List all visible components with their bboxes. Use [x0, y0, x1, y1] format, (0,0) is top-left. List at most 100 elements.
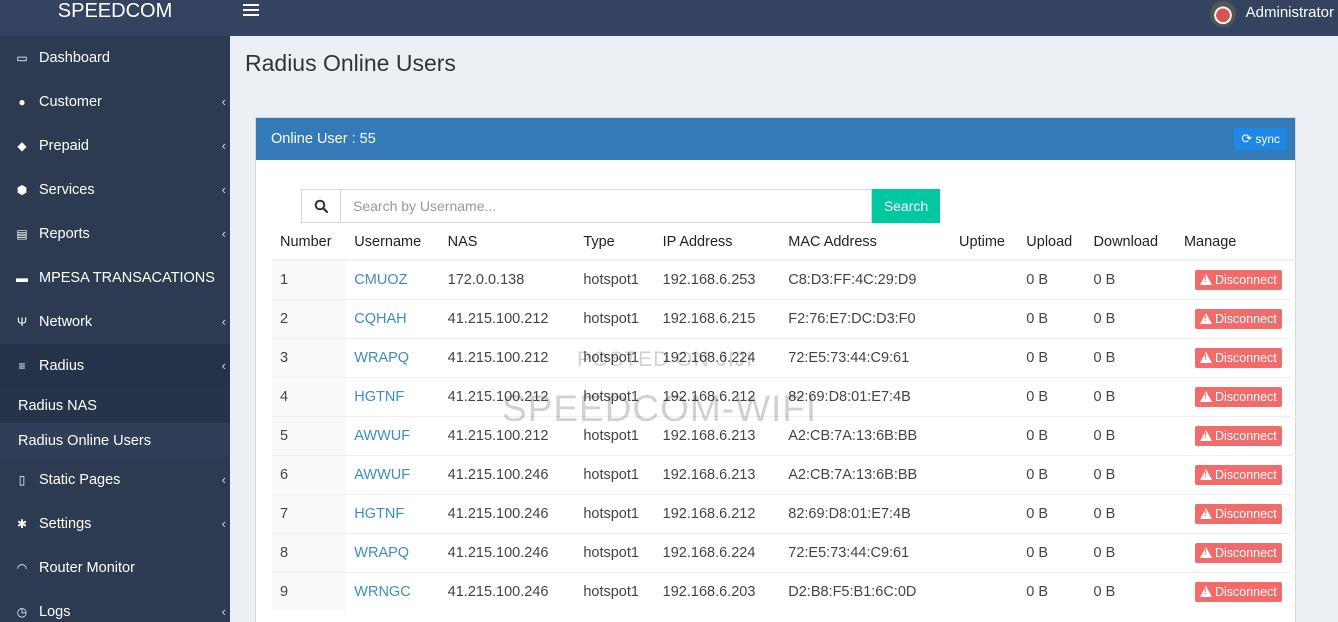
- cell-mac: D2:B8:F5:B1:6C:0D: [780, 571, 952, 611]
- disconnect-button[interactable]: Disconnect: [1194, 425, 1282, 446]
- cell-uptime: [951, 259, 1019, 299]
- disconnect-button[interactable]: Disconnect: [1194, 308, 1282, 329]
- table-row: 4 HGTNF 41.215.100.212 hotspot1 192.168.6.21…: [272, 376, 1308, 416]
- sidebar-item-radius[interactable]: ≡ Radius ‹: [0, 344, 230, 388]
- table-row: 1 CMUOZ 172.0.0.138 hotspot1 192.168.6.253 C8…: [272, 259, 1308, 299]
- cell-manage: Disconnect: [1175, 259, 1308, 299]
- column-header-uptime: Uptime: [951, 224, 1019, 261]
- online-users-panel: Online User : 55 ⟳ sync Search NumberUse…: [255, 117, 1308, 622]
- users-icon: ●: [18, 95, 26, 109]
- warning-icon: [1199, 586, 1212, 598]
- submenu-item-radius-nas[interactable]: Radius NAS: [0, 388, 230, 423]
- column-header-number: Number: [272, 224, 347, 261]
- cell-username[interactable]: HGTNF: [346, 493, 440, 533]
- disconnect-label: Disconnect: [1214, 584, 1277, 599]
- cell-username[interactable]: AWWUF: [346, 415, 440, 455]
- sidebar-item-label: Radius: [39, 358, 85, 374]
- cell-download: 0 B: [1085, 415, 1176, 455]
- cell-type: hotspot1: [575, 493, 655, 533]
- user-menu[interactable]: Administrator: [1209, 0, 1334, 27]
- cell-mac: 72:E5:73:44:C9:61: [780, 532, 952, 572]
- cell-username[interactable]: HGTNF: [346, 376, 440, 416]
- panel-header: Online User : 55 ⟳ sync: [256, 118, 1295, 160]
- sidebar-item-prepaid[interactable]: ◆ Prepaid ‹: [0, 124, 230, 168]
- sidebar-item-label: Dashboard: [39, 50, 110, 66]
- gear-icon: ✱: [16, 517, 28, 531]
- cell-username[interactable]: WRNGC: [346, 571, 440, 611]
- cell-number: 6: [272, 454, 347, 494]
- sidebar-item-label: Reports: [39, 226, 90, 242]
- cell-ip: 192.168.6.212: [654, 493, 781, 533]
- sidebar-item-label: Prepaid: [39, 138, 89, 154]
- disconnect-button[interactable]: Disconnect: [1194, 542, 1282, 563]
- chevron-left-icon: ‹: [221, 314, 226, 329]
- sidebar-item-mpesa-transacations[interactable]: ▬ MPESA TRANSACATIONS: [0, 256, 230, 300]
- sidebar: ▭ Dashboard ● Customer ‹ ◆ Prepaid ‹ ⬢ Services ‹ ▤…: [0, 36, 230, 622]
- cell-number: 7: [272, 493, 347, 533]
- sync-label: sync: [1255, 132, 1280, 146]
- warning-icon: [1199, 391, 1212, 402]
- search-input[interactable]: [340, 189, 872, 223]
- search-button[interactable]: Search: [872, 189, 940, 223]
- warning-icon: [1199, 352, 1212, 363]
- cell-number: 9: [272, 571, 347, 611]
- disconnect-button[interactable]: Disconnect: [1194, 347, 1282, 368]
- disconnect-button[interactable]: Disconnect: [1194, 581, 1282, 602]
- sidebar-item-services[interactable]: ⬢ Services ‹: [0, 168, 230, 212]
- warning-icon: [1199, 547, 1212, 558]
- radius-submenu: Radius NAS Radius Online Users: [0, 388, 230, 458]
- refresh-icon: ⟳: [1241, 131, 1253, 146]
- chevron-left-icon: ‹: [221, 182, 226, 197]
- cell-ip: 192.168.6.203: [654, 571, 781, 611]
- cell-uptime: [951, 532, 1019, 572]
- document-icon: ▤: [16, 227, 28, 241]
- cell-username[interactable]: WRAPQ: [346, 532, 440, 572]
- search-bar: Search: [301, 189, 941, 223]
- sidebar-item-dashboard[interactable]: ▭ Dashboard: [0, 36, 230, 80]
- cell-username[interactable]: WRAPQ: [346, 337, 440, 377]
- column-header-type: Type: [575, 224, 655, 261]
- cell-username[interactable]: AWWUF: [346, 454, 440, 494]
- submenu-item-radius-online-users[interactable]: Radius Online Users: [0, 423, 230, 458]
- column-header-ip-address: IP Address: [654, 224, 781, 261]
- cell-username[interactable]: CQHAH: [346, 298, 440, 338]
- sidebar-item-router-monitor[interactable]: ◠ Router Monitor: [0, 546, 230, 590]
- online-user-count: Online User : 55: [271, 131, 376, 147]
- disconnect-button[interactable]: Disconnect: [1194, 269, 1282, 290]
- cell-nas: 41.215.100.246: [439, 571, 576, 611]
- menu-toggle-icon[interactable]: [243, 4, 259, 18]
- table-row: 2 CQHAH 41.215.100.212 hotspot1 192.168.6.21…: [272, 298, 1308, 338]
- cell-username[interactable]: CMUOZ: [346, 259, 440, 299]
- cell-number: 8: [272, 532, 347, 572]
- cell-mac: 82:69:D8:01:E7:4B: [780, 493, 952, 533]
- cell-mac: 82:69:D8:01:E7:4B: [780, 376, 952, 416]
- sidebar-item-reports[interactable]: ▤ Reports ‹: [0, 212, 230, 256]
- sidebar-item-logs[interactable]: ◷ Logs ‹: [0, 590, 230, 622]
- sidebar-item-label: Logs: [39, 604, 71, 620]
- disconnect-label: Disconnect: [1214, 467, 1277, 482]
- wifi-icon: ◠: [16, 561, 28, 575]
- cell-upload: 0 B: [1018, 376, 1086, 416]
- sidebar-item-network[interactable]: Ψ Network ‹: [0, 300, 230, 344]
- sidebar-item-label: Network: [39, 314, 93, 330]
- sidebar-item-settings[interactable]: ✱ Settings ‹: [0, 502, 230, 546]
- sidebar-item-customer[interactable]: ● Customer ‹: [0, 80, 230, 124]
- brand-logo[interactable]: SPEEDCOM: [0, 0, 230, 36]
- cell-upload: 0 B: [1018, 532, 1086, 572]
- disconnect-button[interactable]: Disconnect: [1194, 464, 1282, 485]
- cell-mac: A2:CB:7A:13:6B:BB: [780, 454, 952, 494]
- cell-download: 0 B: [1085, 376, 1176, 416]
- warning-icon: [1199, 313, 1212, 324]
- cell-type: hotspot1: [575, 259, 655, 299]
- cell-ip: 192.168.6.224: [654, 337, 781, 377]
- cell-upload: 0 B: [1018, 298, 1086, 338]
- sync-button[interactable]: ⟳ sync: [1234, 128, 1287, 150]
- disconnect-button[interactable]: Disconnect: [1194, 503, 1282, 524]
- column-header-mac-address: MAC Address: [780, 224, 952, 261]
- sidebar-item-static-pages[interactable]: ▯ Static Pages ‹: [0, 458, 230, 502]
- cell-type: hotspot1: [575, 571, 655, 611]
- cell-number: 5: [272, 415, 347, 455]
- cell-manage: Disconnect: [1175, 337, 1308, 377]
- cell-upload: 0 B: [1018, 259, 1086, 299]
- disconnect-button[interactable]: Disconnect: [1194, 386, 1282, 407]
